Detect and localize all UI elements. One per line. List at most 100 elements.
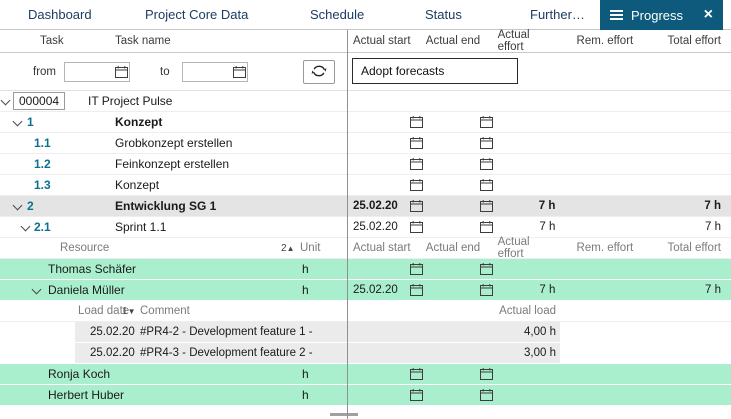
load-date: 25.02.20 <box>90 322 135 342</box>
load-row[interactable]: 25.02.20 #PR4-2 - Development feature 1 … <box>0 322 731 343</box>
calendar-icon[interactable] <box>410 137 423 149</box>
from-label: from <box>33 53 56 90</box>
filter-row: from to Adopt forecasts <box>0 53 731 91</box>
calendar-icon[interactable] <box>410 158 423 170</box>
to-date-field[interactable] <box>182 62 248 82</box>
calendar-icon[interactable] <box>115 66 128 78</box>
tab-status[interactable]: Status <box>425 0 462 29</box>
load-row[interactable]: 25.02.20 #PR4-3 - Development feature 2 … <box>0 343 731 364</box>
calendar-icon[interactable] <box>410 284 423 296</box>
resource-name: Thomas Schäfer <box>48 259 136 279</box>
resource-row[interactable]: Herbert Huber h <box>0 385 731 406</box>
col-resource[interactable]: Resource <box>60 238 109 258</box>
task-number: 1.3 <box>34 175 51 195</box>
sort-indicator: 2▲ <box>281 238 294 258</box>
task-row[interactable]: 1.3 Konzept <box>0 175 731 196</box>
close-tab-icon[interactable]: × <box>704 7 713 23</box>
expander-project[interactable] <box>2 91 9 111</box>
resource-unit: h <box>302 385 309 405</box>
horizontal-scrollbar[interactable] <box>330 413 358 416</box>
task-number: 2.1 <box>34 217 51 237</box>
calendar-icon[interactable] <box>410 221 423 233</box>
calendar-icon[interactable] <box>410 116 423 128</box>
menu-icon[interactable] <box>610 10 623 20</box>
active-tab-label: Progress <box>631 8 700 23</box>
project-row[interactable]: 000004 IT Project Pulse <box>0 91 731 112</box>
load-date: 25.02.20 <box>90 343 135 363</box>
calendar-icon[interactable] <box>480 221 493 233</box>
from-date-field[interactable] <box>64 62 130 82</box>
expander-task[interactable] <box>14 112 21 132</box>
calendar-icon[interactable] <box>410 200 423 212</box>
resource-name: Daniela Müller <box>48 280 125 300</box>
task-number: 1.1 <box>34 133 51 153</box>
calendar-icon[interactable] <box>480 116 493 128</box>
calendar-icon[interactable] <box>233 66 246 78</box>
col-actual-start: Actual start <box>353 35 411 47</box>
calendar-icon[interactable] <box>410 389 423 401</box>
calendar-icon[interactable] <box>480 158 493 170</box>
adopt-forecasts-button[interactable]: Adopt forecasts <box>352 58 518 84</box>
calendar-icon[interactable] <box>480 389 493 401</box>
col-task-name: Task name <box>115 30 171 52</box>
calendar-icon[interactable] <box>480 284 493 296</box>
actual-load-value: 4,00 h <box>524 326 556 338</box>
col-rem-effort: Rem. effort <box>577 35 634 47</box>
expander-resource[interactable] <box>33 280 40 300</box>
actual-load-value: 3,00 h <box>524 347 556 359</box>
tab-further[interactable]: Further… <box>530 0 585 29</box>
tab-project-core-data[interactable]: Project Core Data <box>145 0 248 29</box>
task-row[interactable]: 1 Konzept <box>0 112 731 133</box>
task-name: Sprint 1.1 <box>115 217 166 237</box>
task-name: Feinkonzept erstellen <box>115 154 229 174</box>
column-header-row: Task Task name Actual start Actual end A… <box>0 30 731 53</box>
task-row[interactable]: 2.1 Sprint 1.1 25.02.20 7 h 7 h <box>0 217 731 238</box>
actual-start-value: 25.02.20 <box>353 284 398 296</box>
bottom-strip <box>0 406 731 419</box>
col-actual-load: Actual load <box>499 305 556 317</box>
resource-name: Ronja Koch <box>48 364 110 384</box>
resource-unit: h <box>302 259 309 279</box>
calendar-icon[interactable] <box>410 179 423 191</box>
resource-row[interactable]: Daniela Müller h 25.02.20 7 h 7 h <box>0 280 731 301</box>
task-number: 1.2 <box>34 154 51 174</box>
load-comment: #PR4-3 - Development feature 2 - <box>140 343 313 363</box>
resource-row[interactable]: Thomas Schäfer h <box>0 259 731 280</box>
col-actual-end: Actual end <box>426 35 480 47</box>
calendar-icon[interactable] <box>410 368 423 380</box>
calendar-icon[interactable] <box>410 263 423 275</box>
task-number: 2 <box>27 196 34 216</box>
expander-task[interactable] <box>14 196 21 216</box>
task-number: 1 <box>27 112 34 132</box>
resource-row[interactable]: Ronja Koch h <box>0 364 731 385</box>
load-comment: #PR4-2 - Development feature 1 - <box>140 322 313 342</box>
calendar-icon[interactable] <box>480 368 493 380</box>
to-date-input[interactable] <box>183 64 233 80</box>
refresh-icon <box>310 64 328 81</box>
resource-name: Herbert Huber <box>48 385 124 405</box>
task-row-selected[interactable]: 2 Entwicklung SG 1 25.02.20 7 h 7 h <box>0 196 731 217</box>
from-date-input[interactable] <box>65 64 115 80</box>
task-name: Konzept <box>115 175 159 195</box>
task-name: Konzept <box>115 112 162 132</box>
app-window: Dashboard Project Core Data Schedule Sta… <box>0 0 731 419</box>
calendar-icon[interactable] <box>480 137 493 149</box>
calendar-icon[interactable] <box>480 179 493 191</box>
refresh-button[interactable] <box>303 60 335 84</box>
sort-asc-icon: ▲ <box>287 244 295 253</box>
tab-bar: Dashboard Project Core Data Schedule Sta… <box>0 0 731 30</box>
tab-dashboard[interactable]: Dashboard <box>28 0 92 29</box>
resource-header-row: Resource 2▲ Unit Actual start Actual end… <box>0 238 731 259</box>
calendar-icon[interactable] <box>480 263 493 275</box>
calendar-icon[interactable] <box>480 200 493 212</box>
task-row[interactable]: 1.2 Feinkonzept erstellen <box>0 154 731 175</box>
pane-splitter[interactable] <box>347 30 348 419</box>
expander-task[interactable] <box>22 217 29 237</box>
resource-unit: h <box>302 280 309 300</box>
tab-progress-active[interactable]: Progress × <box>600 0 723 30</box>
task-name: Entwicklung SG 1 <box>115 196 216 216</box>
tab-schedule[interactable]: Schedule <box>310 0 364 29</box>
project-id-field[interactable]: 000004 <box>13 92 65 110</box>
col-comment: Comment <box>140 301 190 321</box>
task-row[interactable]: 1.1 Grobkonzept erstellen <box>0 133 731 154</box>
